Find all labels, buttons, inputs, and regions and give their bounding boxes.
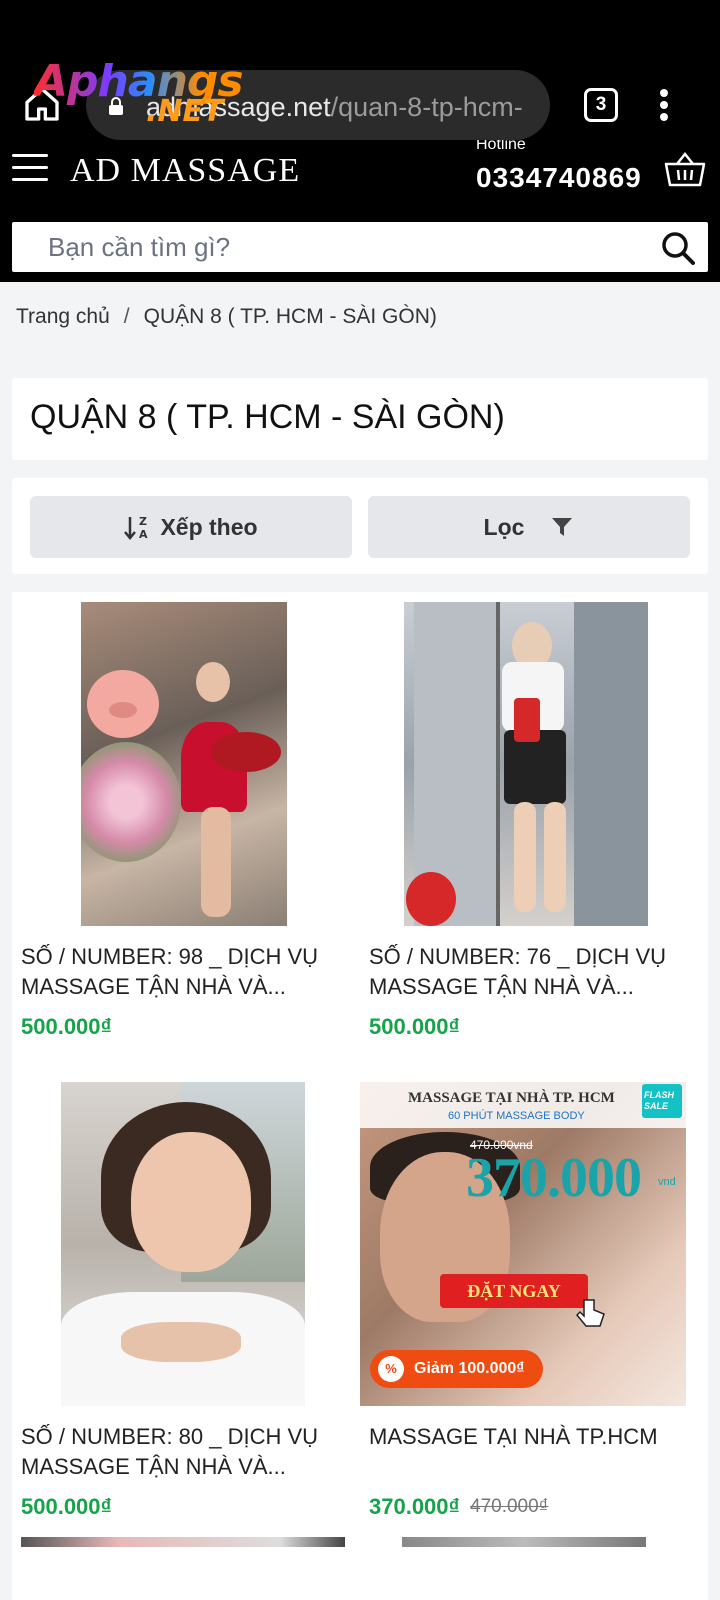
product-card[interactable]: SỐ / NUMBER: 80 _ DỊCH VỤ MASSAGE TẬN NH… bbox=[12, 1072, 342, 1542]
funnel-icon bbox=[552, 518, 573, 536]
product-name[interactable]: SỐ / NUMBER: 80 _ DỊCH VỤ MASSAGE TẬN NH… bbox=[21, 1422, 341, 1482]
product-card[interactable]: SỐ / NUMBER: 98 _ DỊCH VỤ MASSAGE TẬN NH… bbox=[12, 592, 342, 1062]
breadcrumb-separator: / bbox=[123, 305, 130, 328]
product-old-price: 470.000₫ bbox=[470, 1496, 549, 1517]
home-icon[interactable] bbox=[22, 84, 62, 124]
url-domain: admassage.net bbox=[146, 92, 331, 122]
search-box bbox=[12, 222, 708, 272]
browser-toolbar: admassage.net/quan-8-tp-hcm- 3 bbox=[0, 56, 720, 140]
product-image[interactable] bbox=[61, 1082, 305, 1406]
lock-icon bbox=[109, 97, 123, 115]
promo-unit: vnd bbox=[658, 1176, 676, 1188]
site-header: AD MASSAGE Hotline 0334740869 bbox=[0, 140, 720, 282]
product-price: 500.000₫ bbox=[369, 1014, 460, 1039]
product-card[interactable]: SỐ / NUMBER: 76 _ DỊCH VỤ MASSAGE TẬN NH… bbox=[360, 592, 690, 1062]
url-text: admassage.net/quan-8-tp-hcm- bbox=[146, 92, 523, 123]
cart-basket-icon[interactable] bbox=[664, 152, 706, 188]
status-bar bbox=[0, 0, 720, 56]
product-name[interactable]: SỐ / NUMBER: 98 _ DỊCH VỤ MASSAGE TẬN NH… bbox=[21, 942, 341, 1002]
page-title: QUẬN 8 ( TP. HCM - SÀI GÒN) bbox=[30, 398, 505, 436]
promo-price: 370.000 bbox=[466, 1147, 642, 1209]
svg-text:A: A bbox=[139, 528, 148, 541]
monkey-sticker bbox=[406, 872, 456, 926]
address-bar[interactable]: admassage.net/quan-8-tp-hcm- bbox=[86, 70, 550, 140]
product-name[interactable]: SỐ / NUMBER: 76 _ DỊCH VỤ MASSAGE TẬN NH… bbox=[369, 942, 689, 1002]
product-image[interactable] bbox=[81, 602, 287, 926]
product-price: 500.000₫ bbox=[21, 1494, 112, 1519]
breadcrumb-current: QUẬN 8 ( TP. HCM - SÀI GÒN) bbox=[143, 305, 437, 328]
filter-bar: Z A Xếp theo Lọc bbox=[12, 478, 708, 574]
overflow-menu-icon[interactable] bbox=[656, 86, 672, 126]
product-image[interactable] bbox=[404, 602, 648, 926]
discount-badge: % Giảm 100.000₫ bbox=[370, 1350, 543, 1388]
sort-label: Xếp theo bbox=[160, 513, 258, 540]
sort-za-icon: Z A bbox=[124, 515, 148, 541]
promo-subtitle: 60 PHÚT MASSAGE BODY bbox=[448, 1110, 585, 1122]
flash-sale-badge: FLASH SALE bbox=[642, 1084, 682, 1118]
product-name[interactable]: MASSAGE TẠI NHÀ TP.HCM bbox=[369, 1422, 689, 1452]
hotline-label: Hotline bbox=[476, 140, 526, 150]
filter-label: Lọc bbox=[483, 513, 525, 540]
breadcrumb-home-link[interactable]: Trang chủ bbox=[16, 305, 110, 328]
hamburger-menu-icon[interactable] bbox=[12, 154, 48, 182]
product-image-peek bbox=[21, 1537, 345, 1547]
search-input[interactable] bbox=[12, 222, 642, 272]
product-grid: SỐ / NUMBER: 98 _ DỊCH VỤ MASSAGE TẬN NH… bbox=[12, 592, 708, 1600]
promo-title: MASSAGE TẠI NHÀ TP. HCM bbox=[408, 1090, 615, 1106]
discount-text: Giảm 100.000₫ bbox=[414, 1360, 525, 1377]
breadcrumb: Trang chủ / QUẬN 8 ( TP. HCM - SÀI GÒN) bbox=[16, 305, 437, 329]
filter-button[interactable]: Lọc bbox=[368, 496, 690, 558]
pointer-hand-icon bbox=[575, 1299, 605, 1327]
sort-button[interactable]: Z A Xếp theo bbox=[30, 496, 352, 558]
promo-banner-image[interactable]: MASSAGE TẠI NHÀ TP. HCM 60 PHÚT MASSAGE … bbox=[360, 1082, 686, 1406]
product-price: 370.000₫ bbox=[369, 1494, 460, 1519]
hotline-number[interactable]: 0334740869 bbox=[476, 162, 642, 194]
title-card: QUẬN 8 ( TP. HCM - SÀI GÒN) bbox=[12, 378, 708, 460]
url-path: /quan-8-tp-hcm- bbox=[330, 92, 523, 122]
site-brand[interactable]: AD MASSAGE bbox=[70, 152, 300, 190]
product-price: 500.000₫ bbox=[21, 1014, 112, 1039]
percent-icon: % bbox=[378, 1356, 404, 1382]
book-now-button[interactable]: ĐẶT NGAY bbox=[440, 1274, 588, 1308]
search-icon[interactable] bbox=[660, 230, 696, 266]
svg-text:Z: Z bbox=[139, 515, 147, 528]
product-image-peek bbox=[402, 1537, 646, 1547]
tab-switcher-button[interactable]: 3 bbox=[584, 88, 618, 122]
